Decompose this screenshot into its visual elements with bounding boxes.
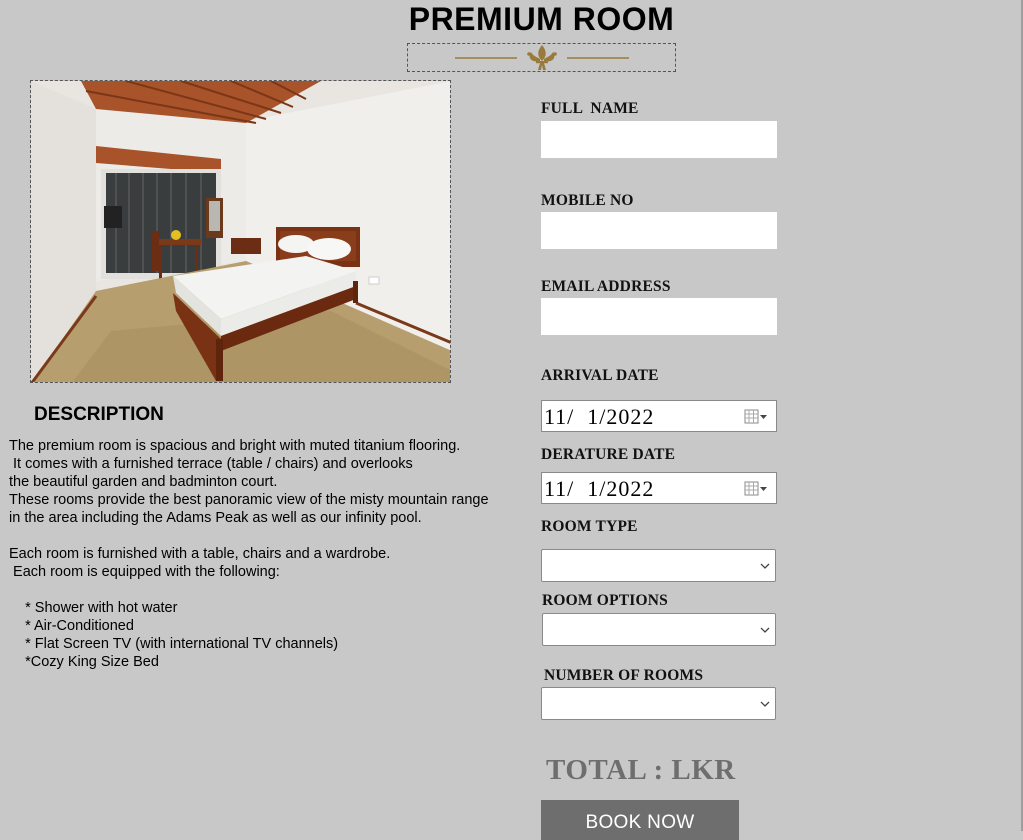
number-of-rooms-label: NUMBER OF ROOMS <box>544 667 704 684</box>
description-line <box>9 527 519 545</box>
chevron-down-icon <box>760 627 770 633</box>
book-now-button[interactable]: BOOK NOW <box>541 800 739 840</box>
full-name-input[interactable] <box>541 121 777 158</box>
description-line: Each room is furnished with a table, cha… <box>9 546 391 562</box>
chevron-down-icon <box>760 563 770 569</box>
description-line: It comes with a furnished terrace (table… <box>9 456 413 472</box>
description-line: the beautiful garden and badminton court… <box>9 474 278 490</box>
email-input[interactable] <box>541 298 777 335</box>
room-options-select[interactable] <box>542 613 776 646</box>
fleur-de-lis-icon <box>455 45 629 70</box>
description-line: Each room is equipped with the following… <box>9 564 280 580</box>
page-title: PREMIUM ROOM <box>408 1 675 37</box>
room-options-label: ROOM OPTIONS <box>542 592 668 609</box>
feature-item: *Cozy King Size Bed <box>9 654 159 670</box>
arrival-date-value: 11/ 1/2022 <box>544 404 655 429</box>
full-name-label: FULL NAME <box>541 100 639 117</box>
description-heading: DESCRIPTION <box>34 404 164 425</box>
total-price-label: TOTAL : LKR <box>546 754 736 786</box>
departure-date-label: DERATURE DATE <box>541 446 676 463</box>
room-photo <box>30 80 451 383</box>
mobile-label: MOBILE NO <box>541 192 634 209</box>
arrival-date-input[interactable]: 11/ 1/2022 <box>541 400 777 432</box>
description-line: The premium room is spacious and bright … <box>9 438 461 454</box>
description-line: These rooms provide the best panoramic v… <box>9 492 489 508</box>
calendar-icon[interactable] <box>744 481 768 497</box>
feature-item: * Shower with hot water <box>9 600 178 616</box>
calendar-icon[interactable] <box>744 409 768 425</box>
number-of-rooms-select[interactable] <box>541 687 776 720</box>
description-line <box>9 581 519 599</box>
departure-date-value: 11/ 1/2022 <box>544 476 655 501</box>
chevron-down-icon <box>760 701 770 707</box>
room-type-select[interactable] <box>541 549 776 582</box>
feature-item: * Air-Conditioned <box>9 618 134 634</box>
description-line: in the area including the Adams Peak as … <box>9 510 422 526</box>
title-ornament <box>407 43 676 72</box>
description-text: The premium room is spacious and bright … <box>9 437 519 671</box>
feature-item: * Flat Screen TV (with international TV … <box>9 636 339 652</box>
departure-date-input[interactable]: 11/ 1/2022 <box>541 472 777 504</box>
email-label: EMAIL ADDRESS <box>541 278 671 295</box>
arrival-date-label: ARRIVAL DATE <box>541 367 659 384</box>
mobile-input[interactable] <box>541 212 777 249</box>
room-type-label: ROOM TYPE <box>541 518 638 535</box>
